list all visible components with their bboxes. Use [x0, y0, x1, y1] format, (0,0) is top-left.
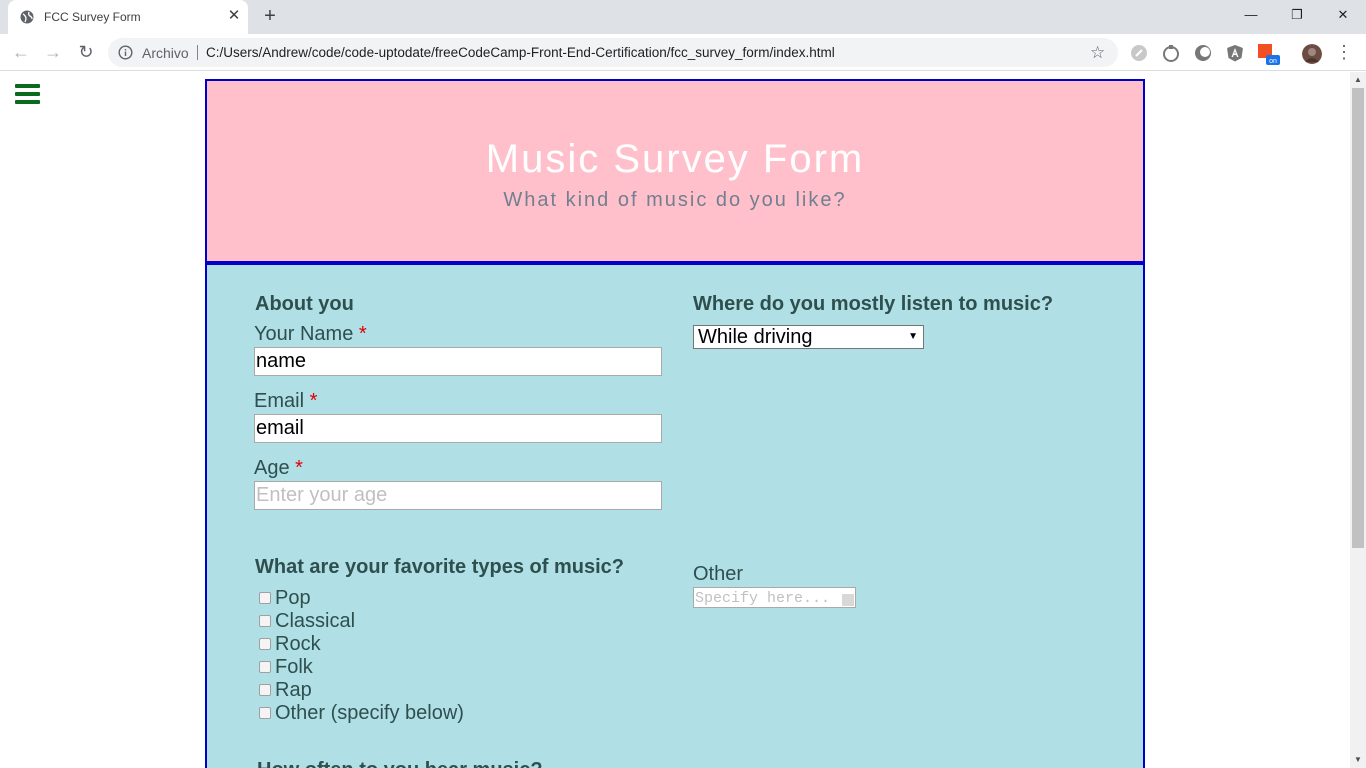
address-bar[interactable]: Archivo C:/Users/Andrew/code/code-uptoda… [108, 38, 1118, 67]
checkbox[interactable] [259, 638, 271, 650]
menu-bar [15, 92, 40, 96]
url-text[interactable]: C:/Users/Andrew/code/code-uptodate/freeC… [206, 45, 835, 60]
extension-icon[interactable] [1162, 44, 1180, 62]
extension-icon[interactable] [1130, 44, 1148, 62]
profile-avatar[interactable] [1302, 44, 1322, 64]
survey-header: Music Survey Form What kind of music do … [205, 79, 1145, 265]
new-tab-button[interactable]: + [260, 6, 280, 26]
favorites-heading: What are your favorite types of music? [255, 556, 624, 578]
checkbox-label: Classical [275, 610, 356, 632]
name-label-text: Your Name [254, 323, 354, 345]
tab-close-icon[interactable]: ✕ [226, 8, 242, 24]
page-title: Music Survey Form [485, 137, 865, 181]
omnibox-separator [197, 45, 198, 60]
required-mark: * [295, 457, 303, 479]
file-chip: Archivo [142, 45, 189, 61]
dark-mode-icon[interactable] [1194, 44, 1212, 62]
scroll-up-arrow-icon[interactable]: ▲ [1350, 72, 1366, 88]
info-icon[interactable] [118, 45, 133, 60]
email-label: Email * [254, 390, 317, 413]
tab-strip: FCC Survey Form ✕ + — ❐ ✕ [0, 0, 1366, 34]
minimize-button[interactable]: — [1228, 0, 1274, 30]
other-label: Other [693, 563, 744, 585]
listen-heading: Where do you mostly listen to music? [693, 293, 1054, 315]
window-close-button[interactable]: ✕ [1320, 0, 1366, 30]
checkbox[interactable] [259, 707, 271, 719]
listen-location-select[interactable]: While driving ▼ [693, 325, 924, 349]
name-label: Your Name * [254, 323, 367, 346]
checkbox-label: Rock [275, 633, 321, 655]
checkbox[interactable] [259, 592, 271, 604]
checkbox-label: Pop [275, 587, 311, 609]
back-button[interactable]: ← [11, 42, 31, 62]
age-label: Age * [254, 457, 303, 480]
page-scrollbar[interactable]: ▲ ▼ [1350, 72, 1366, 768]
required-mark: * [309, 390, 318, 412]
checkbox-label: Folk [275, 656, 313, 678]
age-field[interactable] [254, 481, 662, 510]
restore-button[interactable]: ❐ [1274, 0, 1320, 30]
svg-text:on: on [1269, 58, 1277, 65]
scroll-down-arrow-icon[interactable]: ▼ [1350, 752, 1366, 768]
select-value: While driving [698, 326, 813, 348]
hamburger-menu-icon[interactable] [15, 84, 40, 104]
checkbox-label: Rap [275, 679, 312, 701]
resize-handle-icon[interactable] [842, 594, 854, 606]
dropdown-arrow-icon: ▼ [908, 331, 918, 342]
frequency-heading: How often to you hear music? [257, 759, 543, 768]
email-label-text: Email [254, 390, 305, 412]
textarea-placeholder: Specify here... [695, 590, 831, 607]
survey-form: About you Your Name * Email * Age * Wher… [205, 265, 1145, 768]
reload-button[interactable]: ↻ [76, 42, 96, 62]
email-field[interactable] [254, 414, 662, 443]
globe-icon [20, 10, 34, 24]
age-label-text: Age [254, 457, 290, 479]
other-textarea[interactable]: Specify here... [693, 587, 856, 608]
checkbox[interactable] [259, 684, 271, 696]
about-heading: About you [255, 293, 354, 315]
required-mark: * [358, 323, 367, 345]
chrome-menu-icon[interactable]: ⋮ [1334, 42, 1354, 62]
page-viewport: Music Survey Form What kind of music do … [0, 72, 1350, 768]
extension-on-icon[interactable]: on [1258, 44, 1280, 66]
menu-bar [15, 100, 40, 104]
angular-icon[interactable] [1226, 44, 1244, 62]
menu-bar [15, 84, 40, 88]
page-subtitle: What kind of music do you like? [503, 189, 847, 211]
bookmark-star-icon[interactable]: ☆ [1090, 43, 1105, 63]
checkbox[interactable] [259, 661, 271, 673]
checkbox[interactable] [259, 615, 271, 627]
browser-tab[interactable]: FCC Survey Form ✕ [8, 0, 248, 34]
checkbox-label: Other (specify below) [275, 702, 464, 724]
forward-button[interactable]: → [43, 42, 63, 62]
tab-title: FCC Survey Form [44, 10, 141, 24]
scroll-thumb[interactable] [1352, 88, 1364, 548]
name-field[interactable] [254, 347, 662, 376]
